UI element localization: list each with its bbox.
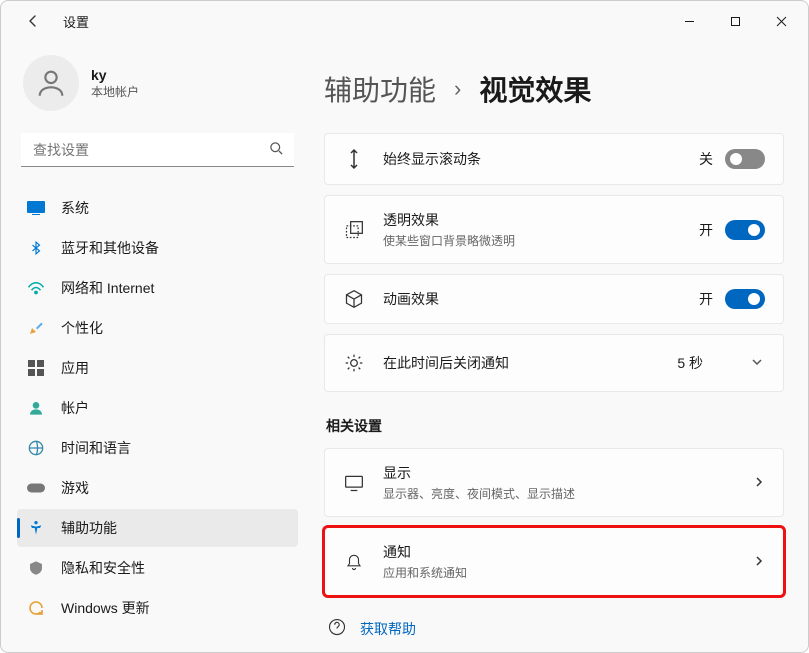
nav-label: 应用 bbox=[61, 358, 89, 378]
accounts-icon bbox=[27, 399, 45, 417]
nav-windows-update[interactable]: Windows 更新 bbox=[17, 589, 298, 627]
chevron-down-icon bbox=[751, 355, 763, 371]
accessibility-icon bbox=[27, 519, 45, 537]
nav-accounts[interactable]: 帐户 bbox=[17, 389, 298, 427]
search-icon[interactable] bbox=[269, 141, 284, 159]
windows-update-icon bbox=[27, 599, 45, 617]
setting-dismiss-notifications: 在此时间后关闭通知 5 秒 bbox=[324, 334, 784, 392]
nav-time-language[interactable]: 时间和语言 bbox=[17, 429, 298, 467]
time-language-icon bbox=[27, 439, 45, 457]
brightness-icon bbox=[343, 353, 365, 373]
scrollbar-icon bbox=[343, 148, 365, 170]
personalization-icon bbox=[27, 319, 45, 337]
nav-personalization[interactable]: 个性化 bbox=[17, 309, 298, 347]
setting-scrollbar: 始终显示滚动条 关 bbox=[324, 133, 784, 185]
get-help-link[interactable]: 获取帮助 bbox=[324, 606, 784, 639]
nav-label: Windows 更新 bbox=[61, 598, 150, 618]
profile-name: ky bbox=[91, 67, 139, 83]
close-button[interactable] bbox=[758, 5, 804, 37]
minimize-button[interactable] bbox=[666, 5, 712, 37]
related-display[interactable]: 显示 显示器、亮度、夜间模式、显示描述 bbox=[324, 448, 784, 517]
search-input[interactable] bbox=[21, 133, 294, 167]
setting-title: 始终显示滚动条 bbox=[383, 149, 681, 169]
avatar bbox=[23, 55, 79, 111]
profile[interactable]: ky 本地帐户 bbox=[17, 49, 298, 129]
related-settings-heading: 相关设置 bbox=[326, 416, 784, 436]
setting-title: 动画效果 bbox=[383, 289, 681, 309]
breadcrumb-parent[interactable]: 辅助功能 bbox=[324, 69, 436, 109]
profile-sub: 本地帐户 bbox=[91, 83, 139, 100]
breadcrumb: 辅助功能 › 视觉效果 bbox=[324, 69, 784, 109]
sidebar: ky 本地帐户 系统 蓝牙和其他设备 bbox=[1, 41, 306, 652]
system-icon bbox=[27, 199, 45, 217]
nav-accessibility[interactable]: 辅助功能 bbox=[17, 509, 298, 547]
nav-bluetooth[interactable]: 蓝牙和其他设备 bbox=[17, 229, 298, 267]
bluetooth-icon bbox=[27, 239, 45, 257]
display-icon bbox=[343, 474, 365, 492]
toggle-state-label: 关 bbox=[699, 149, 713, 169]
nav-label: 个性化 bbox=[61, 318, 103, 338]
apps-icon bbox=[27, 359, 45, 377]
titlebar: 设置 bbox=[1, 1, 808, 41]
nav-label: 帐户 bbox=[61, 398, 89, 418]
nav-privacy[interactable]: 隐私和安全性 bbox=[17, 549, 298, 587]
link-title: 显示 bbox=[383, 463, 735, 483]
window-title: 设置 bbox=[63, 12, 89, 31]
nav-label: 系统 bbox=[61, 198, 89, 218]
setting-title: 透明效果 bbox=[383, 210, 681, 230]
nav-label: 时间和语言 bbox=[61, 438, 131, 458]
nav-network[interactable]: 网络和 Internet bbox=[17, 269, 298, 307]
setting-sub: 使某些窗口背景略微透明 bbox=[383, 232, 681, 249]
chevron-right-icon bbox=[753, 554, 765, 570]
toggle-state-label: 开 bbox=[699, 289, 713, 309]
scrollbar-toggle[interactable] bbox=[725, 149, 765, 169]
nav-label: 辅助功能 bbox=[61, 518, 117, 538]
bell-icon bbox=[343, 552, 365, 572]
nav-apps[interactable]: 应用 bbox=[17, 349, 298, 387]
back-button[interactable] bbox=[21, 9, 45, 33]
toggle-state-label: 开 bbox=[699, 220, 713, 240]
setting-transparency: 透明效果 使某些窗口背景略微透明 开 bbox=[324, 195, 784, 264]
nav-label: 隐私和安全性 bbox=[61, 558, 145, 578]
nav-label: 游戏 bbox=[61, 478, 89, 498]
breadcrumb-separator: › bbox=[454, 76, 461, 102]
main-content: 辅助功能 › 视觉效果 始终显示滚动条 关 bbox=[306, 41, 808, 652]
help-icon bbox=[328, 618, 346, 639]
gaming-icon bbox=[27, 479, 45, 497]
nav-gaming[interactable]: 游戏 bbox=[17, 469, 298, 507]
link-title: 通知 bbox=[383, 542, 735, 562]
transparency-icon bbox=[343, 220, 365, 240]
dismiss-duration-select[interactable]: 5 秒 bbox=[675, 349, 765, 377]
nav-label: 蓝牙和其他设备 bbox=[61, 238, 159, 258]
maximize-button[interactable] bbox=[712, 5, 758, 37]
animation-icon bbox=[343, 289, 365, 309]
link-sub: 显示器、亮度、夜间模式、显示描述 bbox=[383, 485, 735, 502]
nav-label: 网络和 Internet bbox=[61, 278, 154, 298]
setting-animation: 动画效果 开 bbox=[324, 274, 784, 324]
nav-system[interactable]: 系统 bbox=[17, 189, 298, 227]
transparency-toggle[interactable] bbox=[725, 220, 765, 240]
select-value: 5 秒 bbox=[677, 353, 703, 373]
search bbox=[21, 133, 294, 167]
privacy-icon bbox=[27, 559, 45, 577]
related-notifications[interactable]: 通知 应用和系统通知 bbox=[324, 527, 784, 596]
help-label: 获取帮助 bbox=[360, 619, 416, 639]
breadcrumb-current: 视觉效果 bbox=[479, 69, 591, 109]
network-icon bbox=[27, 279, 45, 297]
chevron-right-icon bbox=[753, 475, 765, 491]
animation-toggle[interactable] bbox=[725, 289, 765, 309]
link-sub: 应用和系统通知 bbox=[383, 564, 735, 581]
setting-title: 在此时间后关闭通知 bbox=[383, 353, 657, 373]
